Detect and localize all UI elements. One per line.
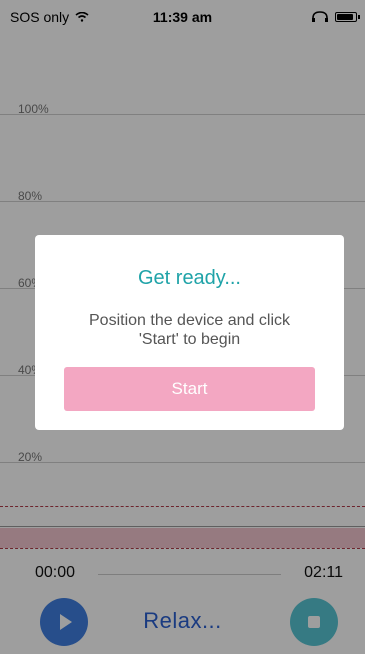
dialog-message: Position the device and click 'Start' to… — [89, 312, 290, 348]
start-button[interactable]: Start — [64, 367, 315, 411]
dialog-title: Get ready... — [137, 267, 241, 289]
get-ready-dialog: Get ready... Position the device and cli… — [35, 235, 344, 430]
